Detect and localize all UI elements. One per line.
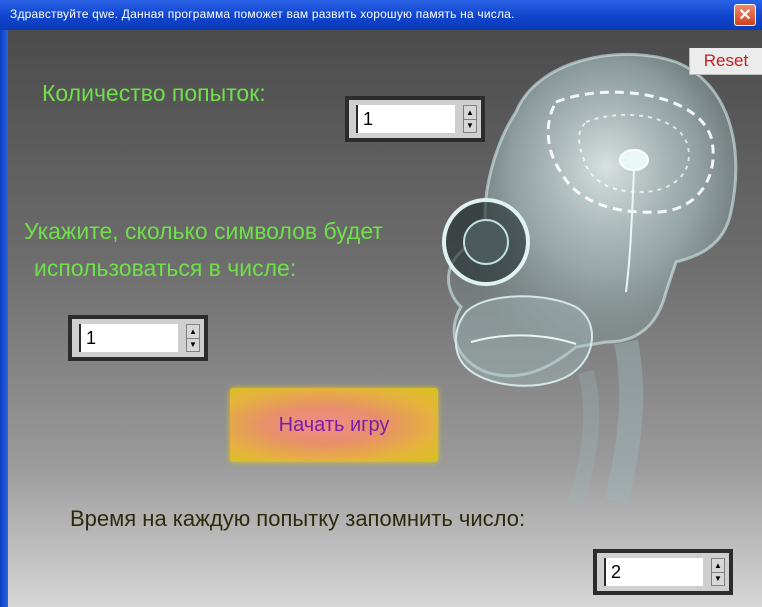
digits-spinner-arrows[interactable]: ▲ ▼ <box>186 324 200 352</box>
spinner-down-icon[interactable]: ▼ <box>464 119 476 132</box>
start-game-button[interactable]: Начать игру <box>230 388 438 462</box>
digits-label-line2: использоваться в числе: <box>34 255 297 281</box>
spinner-down-icon[interactable]: ▼ <box>712 572 724 585</box>
spinner-down-icon[interactable]: ▼ <box>187 338 199 351</box>
spinner-up-icon[interactable]: ▲ <box>464 106 476 120</box>
digits-value[interactable]: 1 <box>79 324 178 352</box>
time-value[interactable]: 2 <box>604 558 703 586</box>
close-icon: ✕ <box>738 7 752 24</box>
reset-button[interactable]: Reset <box>689 48 762 75</box>
attempts-spinner[interactable]: 1 ▲ ▼ <box>345 96 485 142</box>
window-title: Здравствуйте qwe. Данная программа помож… <box>10 7 515 21</box>
digits-spinner[interactable]: 1 ▲ ▼ <box>68 315 208 361</box>
time-spinner[interactable]: 2 ▲ ▼ <box>593 549 733 595</box>
app-window: Здравствуйте qwe. Данная программа помож… <box>0 0 762 607</box>
attempts-spinner-arrows[interactable]: ▲ ▼ <box>463 105 477 133</box>
spinner-up-icon[interactable]: ▲ <box>187 325 199 339</box>
window-frame-left <box>0 30 8 607</box>
time-spinner-arrows[interactable]: ▲ ▼ <box>711 558 725 586</box>
attempts-label: Количество попыток: <box>42 80 266 106</box>
start-game-label: Начать игру <box>278 414 390 436</box>
digits-label-line1: Укажите, сколько символов будет <box>24 218 383 244</box>
spinner-up-icon[interactable]: ▲ <box>712 559 724 573</box>
close-button[interactable]: ✕ <box>734 4 756 26</box>
title-bar[interactable]: Здравствуйте qwe. Данная программа помож… <box>0 0 762 30</box>
client-area: Reset Количество попыток: 1 ▲ ▼ Укажите,… <box>8 30 762 607</box>
attempts-value[interactable]: 1 <box>356 105 455 133</box>
time-label: Время на каждую попытку запомнить число: <box>70 506 526 531</box>
